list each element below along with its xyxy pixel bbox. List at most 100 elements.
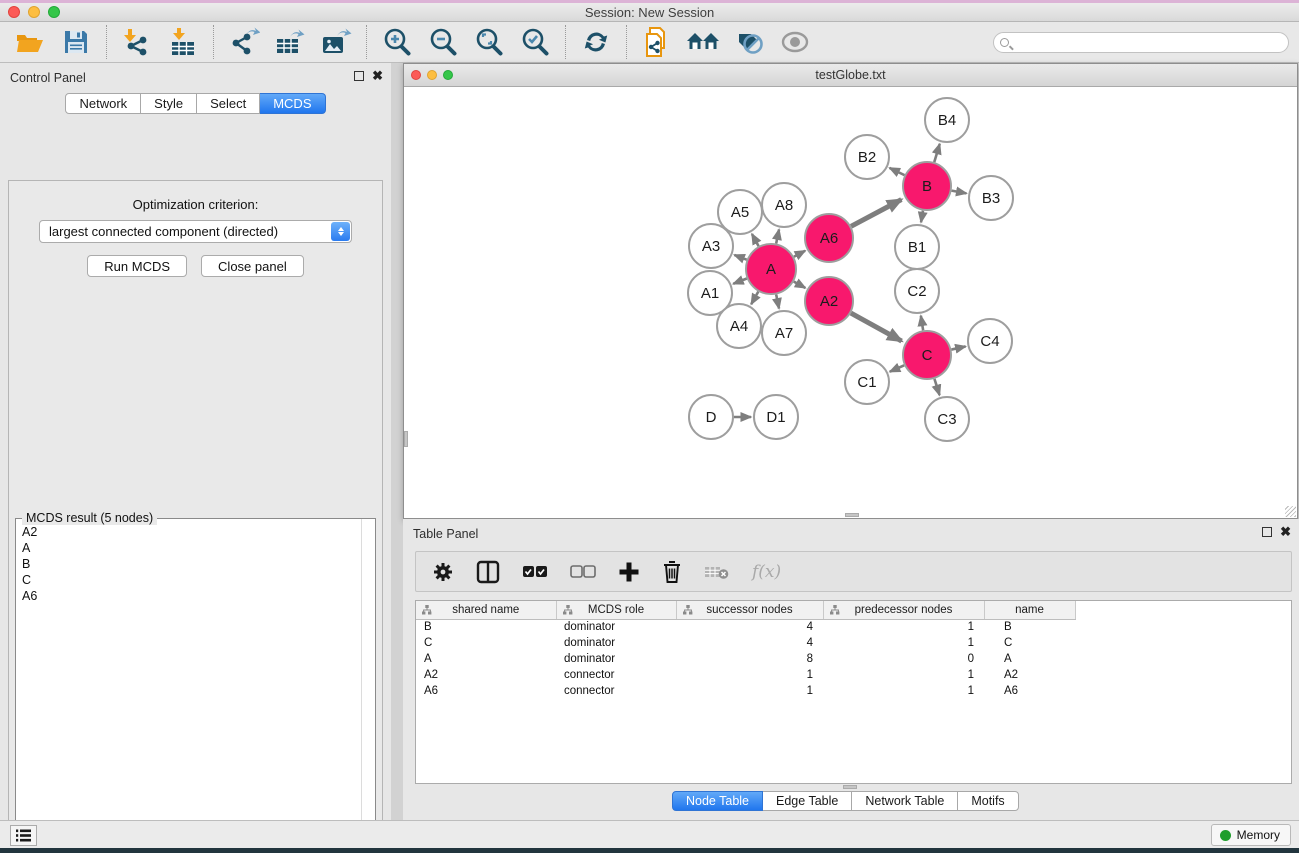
zoom-window-button[interactable] — [48, 6, 60, 18]
column-header-shared-name[interactable]: shared name — [416, 601, 556, 619]
graph-node-A[interactable]: A — [746, 244, 796, 294]
minimize-window-button[interactable] — [28, 6, 40, 18]
graph-node-A8[interactable]: A8 — [762, 183, 806, 227]
network-window-titlebar[interactable]: testGlobe.txt — [404, 64, 1297, 87]
column-header-predecessor-nodes[interactable]: predecessor nodes — [823, 601, 984, 619]
close-table-panel-icon[interactable]: ✖ — [1280, 527, 1291, 537]
export-network-button[interactable] — [226, 25, 262, 59]
import-network-button[interactable] — [119, 25, 155, 59]
result-item[interactable]: A2 — [16, 524, 361, 540]
table-settings-button[interactable] — [432, 561, 454, 583]
graph-edge[interactable] — [890, 365, 904, 371]
column-header-name[interactable]: name — [984, 601, 1075, 619]
tab-motifs[interactable]: Motifs — [958, 791, 1018, 811]
task-history-button[interactable] — [10, 825, 37, 846]
zoom-out-button[interactable] — [425, 25, 461, 59]
table-row[interactable]: A6connector11A6 — [416, 683, 1091, 699]
float-panel-icon[interactable] — [354, 71, 364, 81]
zoom-selected-button[interactable] — [517, 25, 553, 59]
search-input[interactable] — [993, 32, 1289, 53]
graph-edge[interactable] — [751, 292, 758, 305]
graph-node-C2[interactable]: C2 — [895, 269, 939, 313]
result-item[interactable]: A — [16, 540, 361, 556]
create-column-button[interactable] — [618, 561, 640, 583]
first-neighbors-button[interactable] — [685, 25, 721, 59]
table-row[interactable]: Cdominator41C — [416, 635, 1091, 651]
network-minimize-button[interactable] — [427, 70, 437, 80]
tab-network[interactable]: Network — [65, 93, 141, 114]
graph-edge[interactable] — [851, 200, 901, 227]
graph-edge[interactable] — [890, 168, 905, 175]
graph-node-C3[interactable]: C3 — [925, 397, 969, 441]
graph-edge[interactable] — [934, 144, 939, 162]
zoom-in-button[interactable] — [379, 25, 415, 59]
graph-edge[interactable] — [794, 282, 806, 288]
graph-edge[interactable] — [733, 279, 747, 284]
resize-grip[interactable] — [1285, 506, 1296, 517]
tab-edge-table[interactable]: Edge Table — [763, 791, 852, 811]
tab-mcds[interactable]: MCDS — [260, 93, 325, 114]
graph-node-A6[interactable]: A6 — [805, 214, 853, 262]
deselect-all-button[interactable] — [570, 564, 596, 580]
graph-node-A5[interactable]: A5 — [718, 190, 762, 234]
graph-node-D[interactable]: D — [689, 395, 733, 439]
memory-button[interactable]: Memory — [1211, 824, 1291, 846]
tab-style[interactable]: Style — [141, 93, 197, 114]
open-file-button[interactable] — [12, 25, 48, 59]
import-table-button[interactable] — [165, 25, 201, 59]
column-header-successor-nodes[interactable]: successor nodes — [676, 601, 823, 619]
close-panel-button[interactable]: Close panel — [201, 255, 304, 277]
delete-column-button[interactable] — [662, 560, 682, 584]
refresh-button[interactable] — [578, 25, 614, 59]
show-columns-button[interactable] — [476, 560, 500, 584]
zoom-fit-button[interactable] — [471, 25, 507, 59]
graph-edge[interactable] — [776, 229, 779, 243]
horizontal-scroll-thumb[interactable] — [845, 513, 859, 517]
graph-node-B4[interactable]: B4 — [925, 98, 969, 142]
select-all-check-button[interactable] — [522, 564, 548, 580]
optimization-criterion-dropdown[interactable]: largest connected component (directed) — [39, 220, 352, 243]
graph-node-B3[interactable]: B3 — [969, 176, 1013, 220]
graph-edge[interactable] — [934, 379, 939, 395]
column-header-MCDS-role[interactable]: MCDS role — [556, 601, 676, 619]
table-row[interactable]: Adominator80A — [416, 651, 1091, 667]
close-window-button[interactable] — [8, 6, 20, 18]
graph-edge[interactable] — [951, 346, 965, 349]
graph-node-C4[interactable]: C4 — [968, 319, 1012, 363]
graph-node-B2[interactable]: B2 — [845, 135, 889, 179]
network-canvas[interactable]: AA1A2A3A4A5A6A7A8BB1B2B3B4CC1C2C3C4DD1 — [404, 87, 1297, 518]
network-close-button[interactable] — [411, 70, 421, 80]
result-item[interactable]: C — [16, 572, 361, 588]
tab-network-table[interactable]: Network Table — [852, 791, 958, 811]
table-row[interactable]: Bdominator41B — [416, 619, 1091, 635]
hide-labels-button[interactable] — [731, 25, 767, 59]
graph-edge[interactable] — [851, 313, 902, 341]
new-network-from-selection-button[interactable] — [639, 25, 675, 59]
graph-edge[interactable] — [921, 316, 923, 331]
show-graphics-details-button[interactable] — [777, 25, 813, 59]
export-table-button[interactable] — [272, 25, 308, 59]
graph-edge[interactable] — [752, 234, 759, 246]
result-list-scrollbar[interactable] — [361, 519, 375, 853]
graph-edge[interactable] — [776, 294, 779, 308]
graph-node-B1[interactable]: B1 — [895, 225, 939, 269]
result-item[interactable]: B — [16, 556, 361, 572]
tab-node-table[interactable]: Node Table — [672, 791, 763, 811]
close-panel-icon[interactable]: ✖ — [372, 71, 383, 81]
float-table-panel-icon[interactable] — [1262, 527, 1272, 537]
graph-node-B[interactable]: B — [903, 162, 951, 210]
graph-node-C[interactable]: C — [903, 331, 951, 379]
graph-node-A7[interactable]: A7 — [762, 311, 806, 355]
graph-edge[interactable] — [952, 191, 967, 194]
mcds-result-list[interactable]: A2ABCA6 — [16, 524, 361, 853]
tab-select[interactable]: Select — [197, 93, 260, 114]
graph-node-A3[interactable]: A3 — [689, 224, 733, 268]
graph-node-A2[interactable]: A2 — [805, 277, 853, 325]
graph-edge[interactable] — [921, 211, 923, 223]
network-zoom-button[interactable] — [443, 70, 453, 80]
save-session-button[interactable] — [58, 25, 94, 59]
graph-edge[interactable] — [734, 255, 746, 260]
table-scroll-thumb[interactable] — [843, 785, 857, 789]
graph-node-A4[interactable]: A4 — [717, 304, 761, 348]
graph-node-D1[interactable]: D1 — [754, 395, 798, 439]
